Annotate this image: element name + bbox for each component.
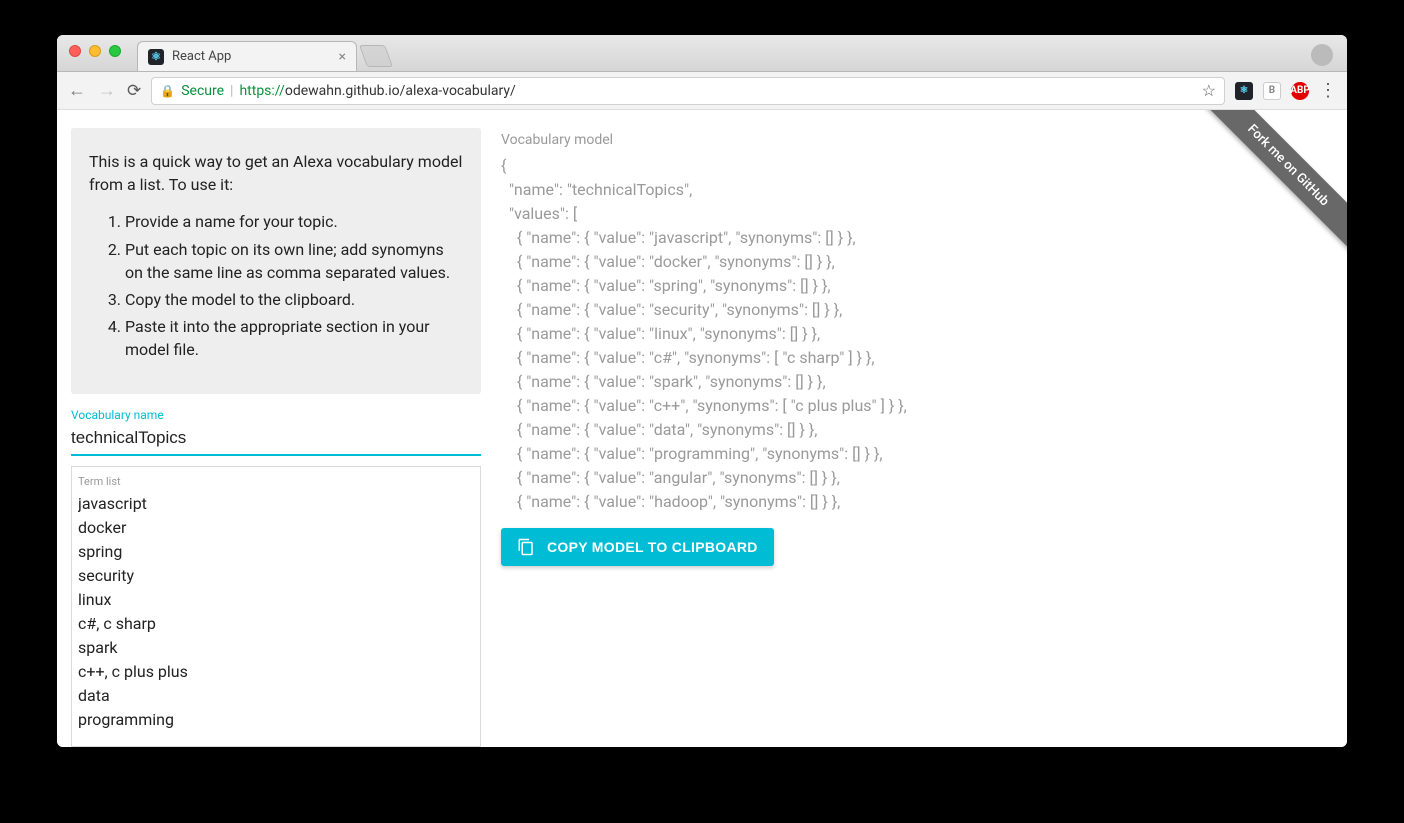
right-column: Vocabulary model { "name": "technicalTop… xyxy=(501,128,1333,747)
url-text: https://odewahn.github.io/alexa-vocabula… xyxy=(239,83,515,99)
profile-avatar-icon[interactable] xyxy=(1311,44,1333,66)
instruction-step: Put each topic on its own line; add syno… xyxy=(125,238,463,284)
intro-text: This is a quick way to get an Alexa voca… xyxy=(89,150,463,196)
lock-icon: 🔒 xyxy=(160,84,175,98)
separator: | xyxy=(230,83,233,99)
traffic-lights xyxy=(69,45,121,57)
left-column: This is a quick way to get an Alexa voca… xyxy=(71,128,481,747)
react-devtools-icon[interactable]: ⚛ xyxy=(1235,82,1253,100)
instruction-step: Paste it into the appropriate section in… xyxy=(125,315,463,361)
tab-title: React App xyxy=(172,49,231,64)
vocab-name-label: Vocabulary name xyxy=(71,408,481,422)
extension-icons: ⚛ B ABP xyxy=(1235,82,1309,100)
instruction-step: Provide a name for your topic. xyxy=(125,210,463,233)
minimize-window-button[interactable] xyxy=(89,45,101,57)
address-bar[interactable]: 🔒 Secure | https://odewahn.github.io/ale… xyxy=(151,77,1225,105)
instructions-panel: This is a quick way to get an Alexa voca… xyxy=(71,128,481,394)
copy-to-clipboard-button[interactable]: COPY MODEL TO CLIPBOARD xyxy=(501,528,774,566)
new-tab-button[interactable] xyxy=(359,45,393,67)
browser-window: ⚛ React App × ← → ⟳ 🔒 Secure | https://o… xyxy=(57,35,1347,747)
browser-tab[interactable]: ⚛ React App × xyxy=(137,41,357,71)
browser-toolbar: ← → ⟳ 🔒 Secure | https://odewahn.github.… xyxy=(57,72,1347,110)
reload-button[interactable]: ⟳ xyxy=(127,81,141,101)
output-label: Vocabulary model xyxy=(501,132,1333,148)
maximize-window-button[interactable] xyxy=(109,45,121,57)
instruction-steps: Provide a name for your topic. Put each t… xyxy=(89,210,463,361)
adblock-icon[interactable]: ABP xyxy=(1291,82,1309,100)
secure-label: Secure xyxy=(181,83,224,99)
bookmark-star-icon[interactable]: ☆ xyxy=(1202,81,1216,100)
term-list-textarea[interactable] xyxy=(78,492,474,742)
copy-button-label: COPY MODEL TO CLIPBOARD xyxy=(547,539,758,555)
term-list-box: Term list xyxy=(71,466,481,748)
react-favicon-icon: ⚛ xyxy=(148,49,164,65)
forward-button[interactable]: → xyxy=(97,80,117,101)
close-tab-button[interactable]: × xyxy=(339,49,346,65)
clipboard-icon xyxy=(517,538,535,556)
window-titlebar: ⚛ React App × xyxy=(57,35,1347,72)
back-button[interactable]: ← xyxy=(67,80,87,101)
page-content: Fork me on GitHub This is a quick way to… xyxy=(57,110,1347,747)
vocab-name-field: Vocabulary name xyxy=(71,408,481,456)
close-window-button[interactable] xyxy=(69,45,81,57)
vocabulary-model-output: { "name": "technicalTopics", "values": [… xyxy=(501,154,1333,514)
vocab-name-input[interactable] xyxy=(71,424,481,456)
term-list-label: Term list xyxy=(78,475,474,488)
instruction-step: Copy the model to the clipboard. xyxy=(125,288,463,311)
extension-b-icon[interactable]: B xyxy=(1263,82,1281,100)
